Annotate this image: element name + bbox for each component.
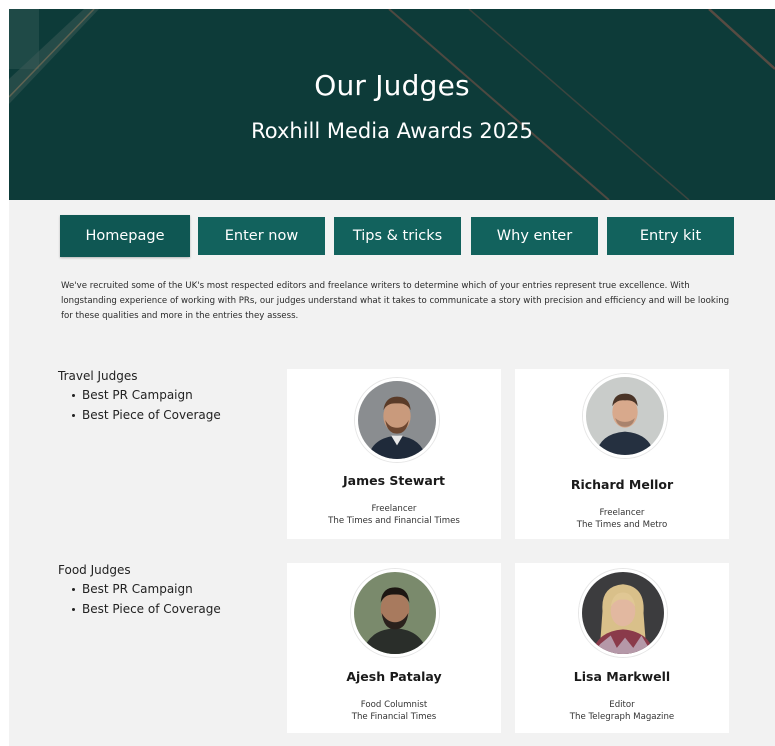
judge-role: Freelancer (599, 508, 645, 518)
judge-role: Editor (609, 700, 635, 710)
hero-banner: Our Judges Roxhill Media Awards 2025 (9, 9, 775, 200)
category-food: Food Judges Best PR Campaign Best Piece … (58, 563, 221, 619)
enter-now-button[interactable]: Enter now (198, 217, 325, 255)
avatar (355, 378, 439, 462)
avatar (351, 569, 439, 657)
judge-outlet: The Telegraph Magazine (569, 712, 675, 722)
category-travel: Travel Judges Best PR Campaign Best Piec… (58, 369, 221, 425)
judge-role: Freelancer (371, 504, 417, 514)
judge-photo (586, 377, 664, 455)
judge-card[interactable]: James Stewart Freelancer The Times and F… (287, 369, 501, 539)
intro-text: We've recruited some of the UK's most re… (61, 281, 730, 321)
award-list: Best PR Campaign Best Piece of Coverage (58, 580, 221, 619)
judge-role: Food Columnist (360, 700, 428, 710)
judge-photo (354, 572, 436, 654)
judge-name: Richard Mellor (570, 477, 674, 492)
page: Our Judges Roxhill Media Awards 2025 Hom… (9, 9, 775, 746)
judge-photo (358, 381, 436, 459)
decorative-lines (9, 9, 775, 200)
tips-and-tricks-button[interactable]: Tips & tricks (334, 217, 461, 255)
judge-card[interactable]: Ajesh Patalay Food Columnist The Financi… (287, 563, 501, 733)
judge-outlet: The Financial Times (351, 712, 437, 722)
judge-outlet: The Times and Metro (576, 520, 668, 530)
judge-name: James Stewart (343, 473, 445, 488)
judge-photo (582, 572, 664, 654)
category-title: Food Judges (58, 563, 131, 577)
page-subtitle: Roxhill Media Awards 2025 (251, 119, 533, 143)
award-list: Best PR Campaign Best Piece of Coverage (58, 386, 221, 425)
judge-outlet: The Times and Financial Times (328, 516, 460, 526)
award-item: Best PR Campaign (72, 386, 221, 406)
award-item: Best Piece of Coverage (72, 600, 221, 620)
homepage-button[interactable]: Homepage (60, 215, 190, 257)
avatar (583, 374, 667, 458)
award-item: Best PR Campaign (72, 580, 221, 600)
judge-card[interactable]: Lisa Markwell Editor The Telegraph Magaz… (515, 563, 729, 733)
judge-name: Ajesh Patalay (346, 669, 442, 684)
entry-kit-button[interactable]: Entry kit (607, 217, 734, 255)
award-item: Best Piece of Coverage (72, 406, 221, 426)
avatar (579, 569, 667, 657)
why-enter-button[interactable]: Why enter (471, 217, 598, 255)
page-title: Our Judges (314, 69, 470, 102)
judge-card[interactable]: Richard Mellor Freelancer The Times and … (515, 369, 729, 539)
category-title: Travel Judges (58, 369, 138, 383)
judge-name: Lisa Markwell (573, 669, 671, 684)
